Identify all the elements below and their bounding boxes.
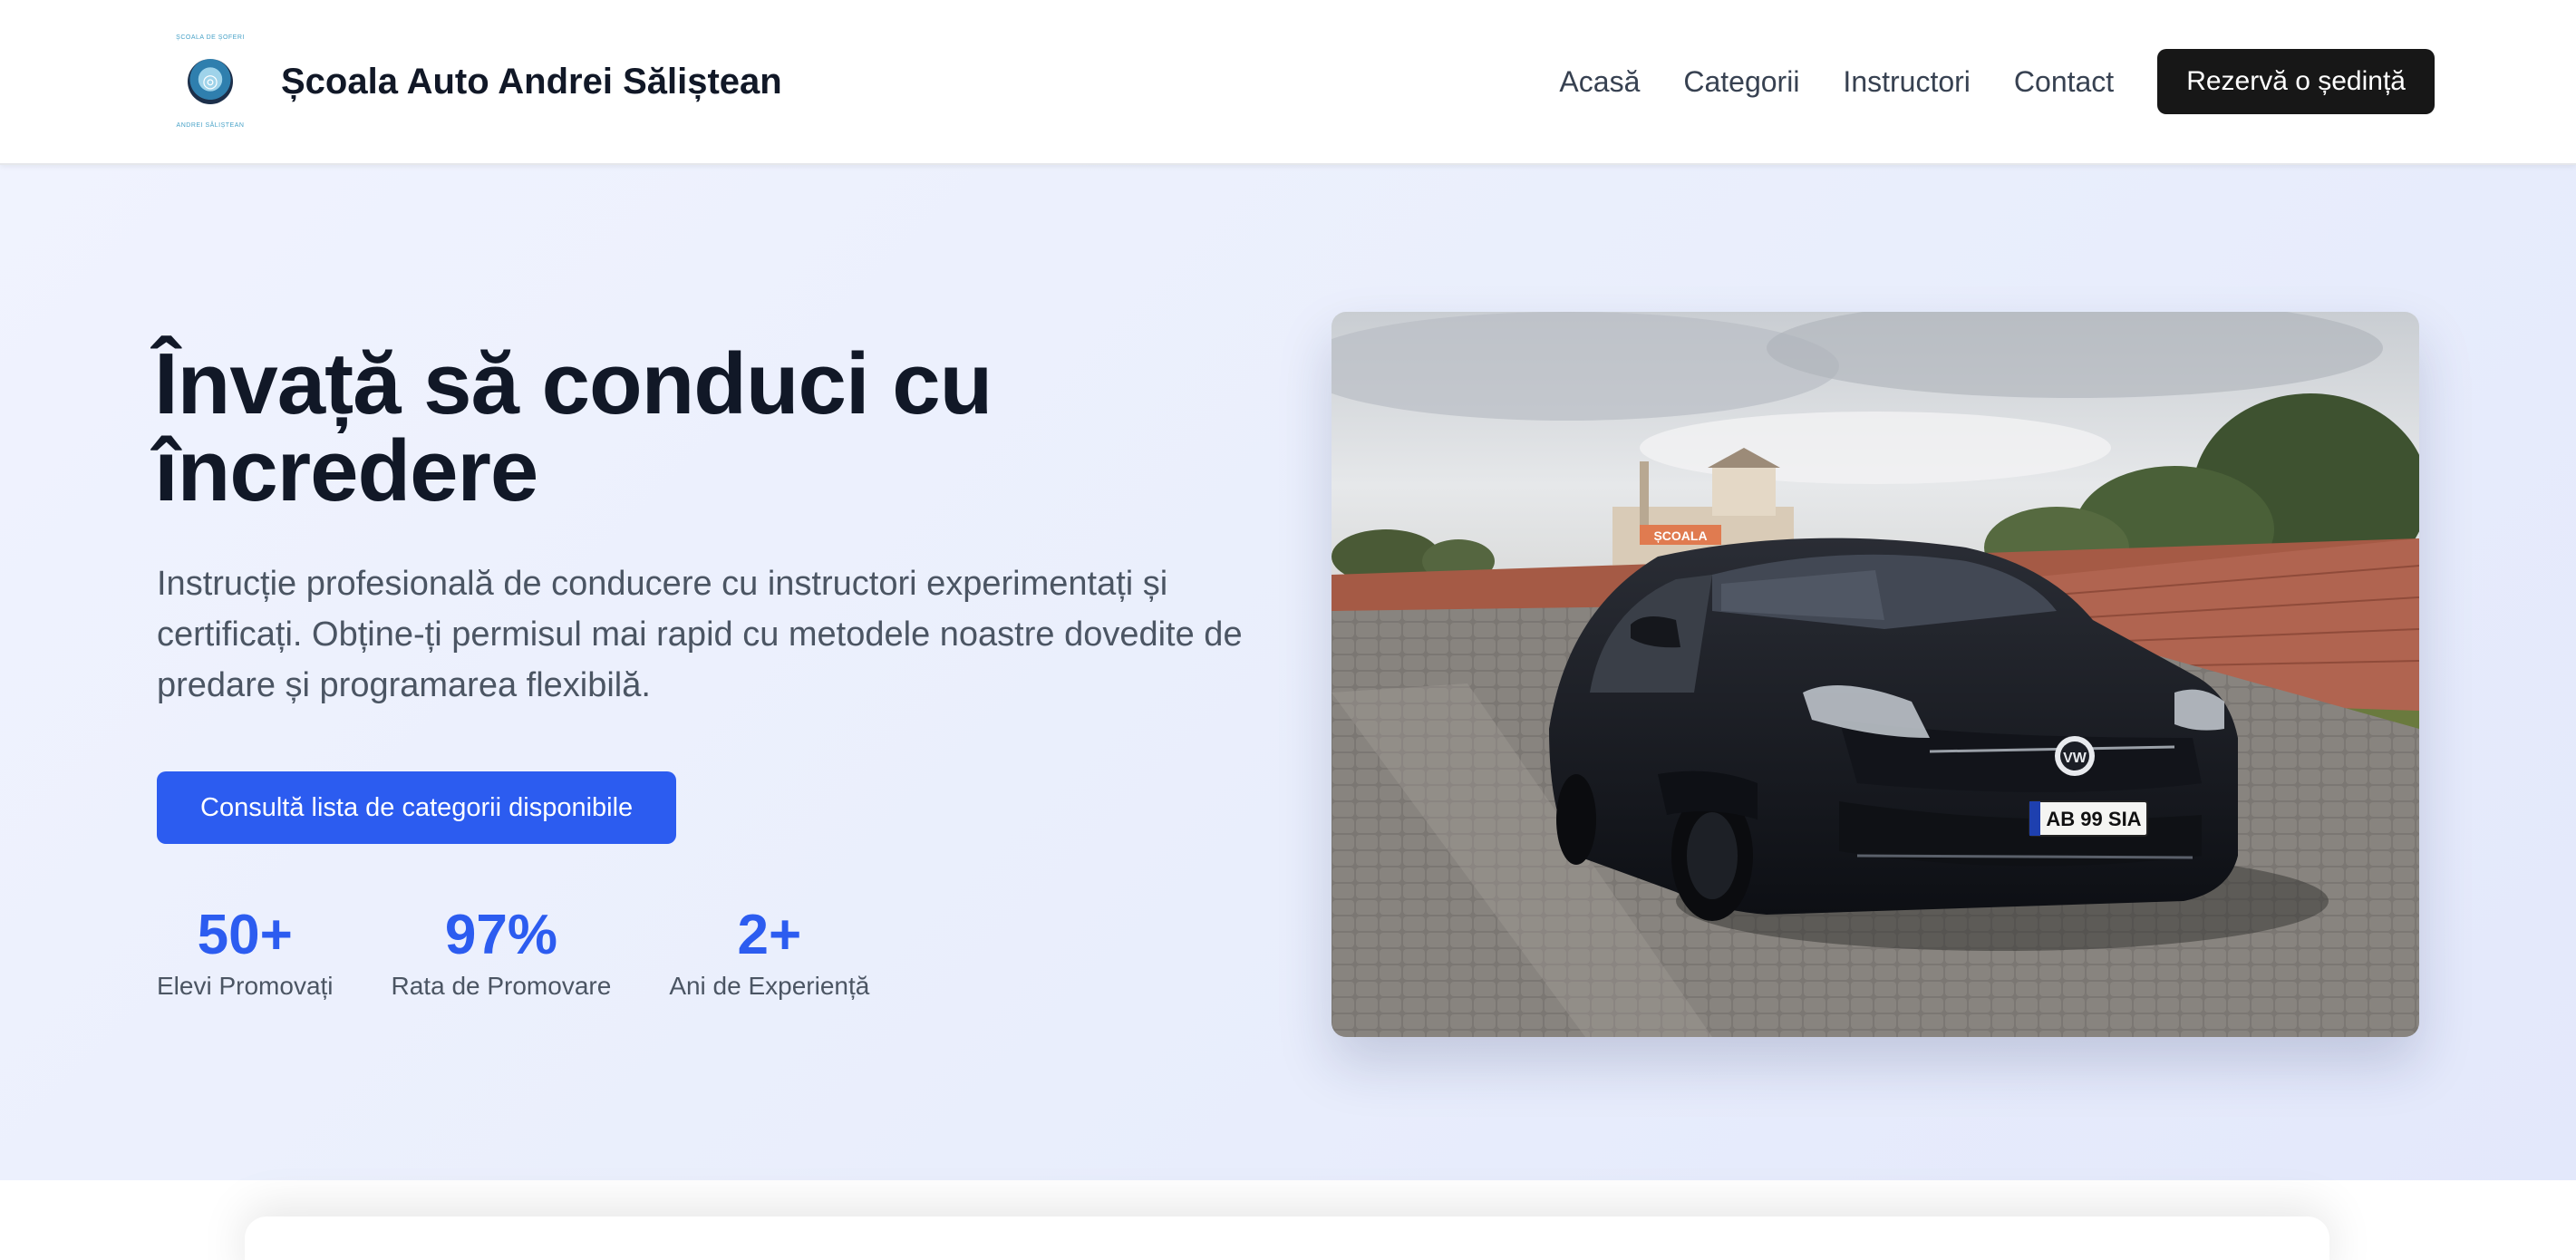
brand-name[interactable]: Școala Auto Andrei Săliștean <box>281 62 782 102</box>
stat-value: 97% <box>444 904 557 966</box>
logo-text-top: ȘCOALA DE ȘOFERI <box>176 34 245 41</box>
view-categories-button[interactable]: Consultă lista de categorii disponibile <box>157 771 677 844</box>
hero-section: Învață să conduci cu încredere Instrucți… <box>0 165 2576 1180</box>
building-sign-text: ȘCOALA <box>1653 528 1707 543</box>
stat-experience: 2+ Ani de Experiență <box>669 906 869 1003</box>
stat-pass-rate: 97% Rata de Promovare <box>392 906 612 1003</box>
hero-car-image: ȘCOALA VW AB 99 SIA <box>1332 312 2419 1037</box>
nav-link-categorii[interactable]: Categorii <box>1683 65 1799 99</box>
stat-label: Elevi Promovați <box>157 972 334 1000</box>
brand[interactable]: ȘCOALA DE ȘOFERI ◎ ANDREI SĂLIȘTEAN Școa… <box>176 31 782 132</box>
next-section <box>0 1180 2576 1260</box>
logo-text-bottom: ANDREI SĂLIȘTEAN <box>176 122 245 129</box>
car-photo-illustration: ȘCOALA VW AB 99 SIA <box>1332 312 2419 1037</box>
license-plate-text: AB 99 SIA <box>2046 808 2141 830</box>
hero-description: Instrucție profesională de conducere cu … <box>157 565 1243 704</box>
stat-students: 50+ Elevi Promovați <box>157 906 334 1003</box>
nav-link-acasa[interactable]: Acasă <box>1559 65 1640 99</box>
steering-wheel-icon: ◎ <box>188 59 233 104</box>
main-nav: Acasă Categorii Instructori Contact Reze… <box>1559 49 2435 114</box>
stat-label: Ani de Experiență <box>669 972 870 1000</box>
next-section-card <box>245 1216 2329 1260</box>
stat-label: Rata de Promovare <box>391 972 612 1000</box>
stat-value: 50+ <box>197 904 293 966</box>
nav-link-instructori[interactable]: Instructori <box>1843 65 1970 99</box>
stat-value: 2+ <box>737 904 802 966</box>
school-logo: ȘCOALA DE ȘOFERI ◎ ANDREI SĂLIȘTEAN <box>176 31 245 132</box>
site-header: ȘCOALA DE ȘOFERI ◎ ANDREI SĂLIȘTEAN Școa… <box>0 0 2576 165</box>
svg-text:VW: VW <box>2063 751 2087 766</box>
book-session-button[interactable]: Rezervă o ședință <box>2157 49 2435 114</box>
hero-title: Învață să conduci cu încredere <box>154 335 993 519</box>
nav-link-contact[interactable]: Contact <box>2014 65 2114 99</box>
stats-row: 50+ Elevi Promovați 97% Rata de Promovar… <box>157 906 927 1003</box>
